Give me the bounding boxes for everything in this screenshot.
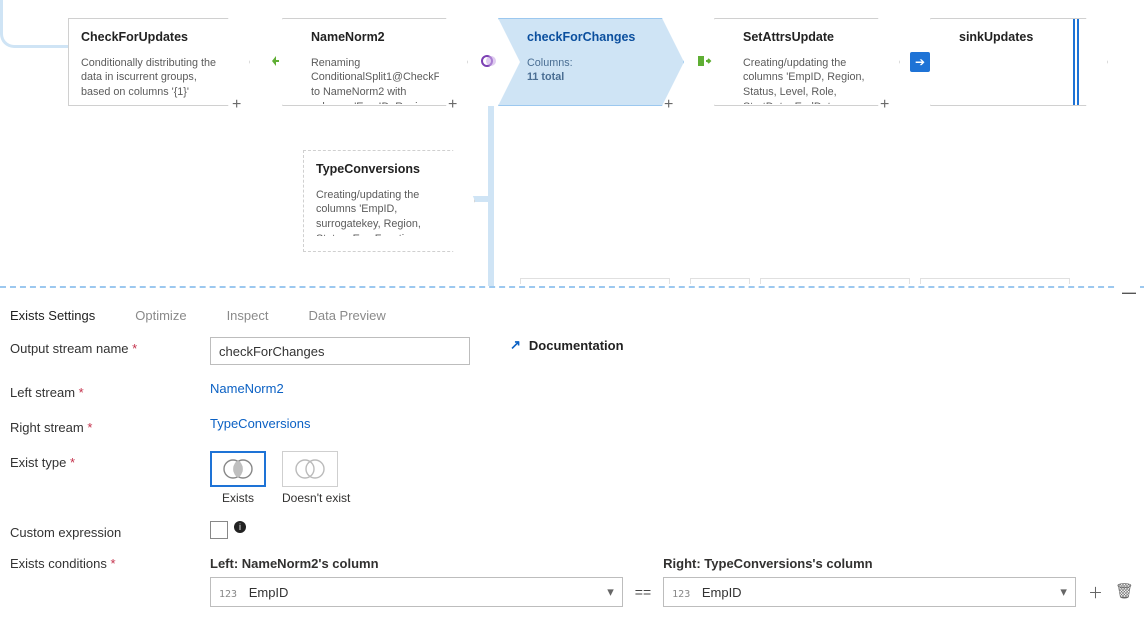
node-title: sinkUpdates: [959, 29, 1079, 46]
delete-condition-button[interactable]: 🗑: [1115, 582, 1134, 603]
add-branch-button[interactable]: +: [232, 96, 241, 292]
settings-panel: Exists Settings Optimize Inspect Data Pr…: [0, 296, 1144, 632]
node-title: CheckForUpdates: [81, 29, 221, 46]
node-set-attrs-update[interactable]: SetAttrsUpdate Creating/updating the col…: [714, 18, 900, 106]
node-check-for-changes[interactable]: checkForChanges Columns: 11 total: [498, 18, 684, 106]
tab-optimize[interactable]: Optimize: [135, 308, 186, 323]
node-title: TypeConversions: [316, 161, 448, 178]
add-branch-button[interactable]: +: [664, 96, 673, 292]
sink-icon: ➔: [910, 52, 930, 72]
columns-label: Columns:: [527, 57, 573, 69]
tab-exists-settings[interactable]: Exists Settings: [10, 308, 95, 323]
external-link-icon: ↗: [510, 337, 521, 353]
tab-inspect[interactable]: Inspect: [227, 308, 269, 323]
dataflow-canvas[interactable]: CheckForUpdates Conditionally distributi…: [0, 0, 1144, 290]
tab-data-preview[interactable]: Data Preview: [308, 308, 385, 323]
divider-tab-marker: [920, 278, 1070, 284]
col-type-tag: 123: [672, 589, 690, 600]
output-stream-input[interactable]: [210, 337, 470, 365]
cond-right-header: Right: TypeConversions's column: [663, 556, 1076, 571]
chevron-down-icon: ▾: [1060, 584, 1067, 600]
label-exist-type: Exist type: [10, 451, 210, 470]
doesnt-exist-option-label: Doesn't exist: [282, 491, 350, 505]
col-name: EmpID: [702, 585, 742, 600]
divider-tab-marker: [690, 278, 750, 284]
exists-transform-icon: [478, 50, 500, 72]
node-type-conversions[interactable]: TypeConversions Creating/updating the co…: [303, 150, 475, 252]
incoming-connector: [0, 0, 68, 48]
label-output-stream: Output stream name: [10, 337, 210, 356]
label-right-stream: Right stream: [10, 416, 210, 435]
conditional-split-icon: [262, 50, 284, 72]
exists-option-label: Exists: [210, 491, 266, 505]
node-sink-updates[interactable]: sinkUpdates: [930, 18, 1108, 106]
venn-exists-icon: [218, 457, 258, 481]
node-name-norm2[interactable]: NameNorm2 Renaming ConditionalSplit1@Che…: [282, 18, 468, 106]
node-title: NameNorm2: [311, 29, 439, 46]
panel-tabs: Exists Settings Optimize Inspect Data Pr…: [10, 306, 1134, 337]
right-stream-value[interactable]: TypeConversions: [210, 416, 310, 431]
node-title: checkForChanges: [527, 29, 655, 46]
add-branch-button[interactable]: +: [880, 96, 889, 292]
equals-operator: ==: [635, 564, 651, 600]
exist-type-doesnt-exist[interactable]: [282, 451, 338, 487]
panel-divider: [0, 286, 1144, 288]
divider-tab-marker: [760, 278, 910, 284]
col-type-tag: 123: [219, 589, 237, 600]
node-desc: Conditionally distributing the data in i…: [81, 56, 221, 100]
incoming-connector-h: [15, 45, 65, 48]
columns-count: 11 total: [527, 71, 564, 83]
node-title: SetAttrsUpdate: [743, 29, 871, 46]
sink-stripes: [1073, 19, 1081, 105]
documentation-link[interactable]: ↗ Documentation: [510, 337, 624, 353]
node-desc: Columns: 11 total: [527, 56, 655, 85]
custom-expression-checkbox[interactable]: [210, 521, 228, 539]
node-desc: Creating/updating the columns 'EmpID, Re…: [743, 56, 871, 104]
add-condition-button[interactable]: ＋: [1088, 582, 1103, 603]
node-desc: Renaming ConditionalSplit1@CheckForUpdat…: [311, 56, 439, 104]
info-icon[interactable]: i: [234, 521, 246, 533]
col-name: EmpID: [249, 585, 289, 600]
label-left-stream: Left stream: [10, 381, 210, 400]
node-check-for-updates[interactable]: CheckForUpdates Conditionally distributi…: [68, 18, 250, 106]
divider-tab-marker: [520, 278, 670, 284]
cond-left-header: Left: NameNorm2's column: [210, 556, 623, 571]
left-stream-value[interactable]: NameNorm2: [210, 381, 284, 396]
venn-doesnt-exist-icon: [290, 457, 330, 481]
label-exists-conditions: Exists conditions: [10, 556, 210, 571]
exist-type-exists[interactable]: [210, 451, 266, 487]
cond-left-column-dropdown[interactable]: 123 EmpID ▾: [210, 577, 623, 607]
derived-column-icon: [694, 50, 716, 72]
cond-right-column-dropdown[interactable]: 123 EmpID ▾: [663, 577, 1076, 607]
chevron-down-icon: ▾: [607, 584, 614, 600]
documentation-label: Documentation: [529, 338, 624, 353]
label-custom-expression: Custom expression: [10, 521, 210, 540]
node-desc: Creating/updating the columns 'EmpID, su…: [316, 188, 448, 236]
